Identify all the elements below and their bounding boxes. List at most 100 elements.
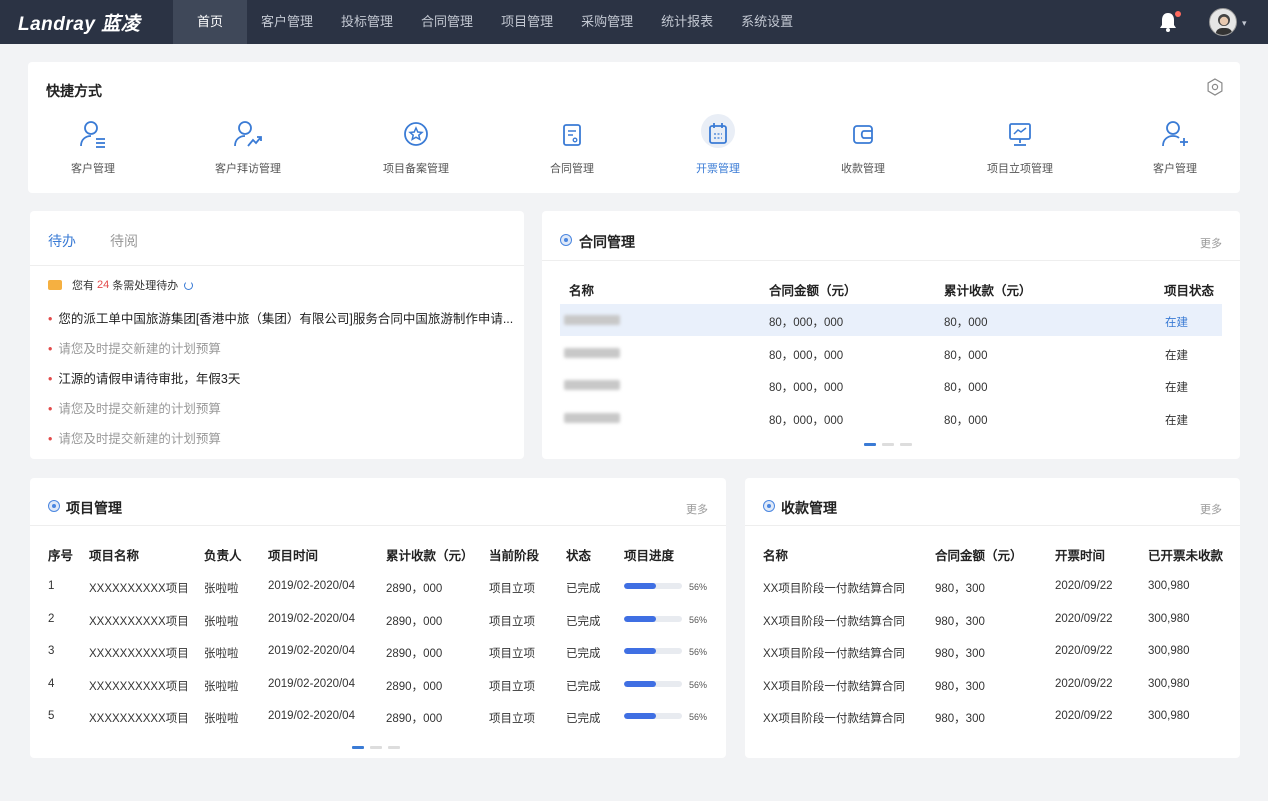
carousel-dot[interactable] [900, 443, 912, 446]
nav-item-home[interactable]: 首页 [173, 0, 248, 44]
project-name[interactable]: XXXXXXXXXX项目 [89, 580, 189, 596]
payment-contract-name[interactable]: XX项目阶段一付款结算合同 [763, 580, 905, 596]
payment-date: 2020/09/22 [1055, 580, 1113, 592]
project-stage: 项目立项 [489, 648, 535, 660]
envelope-icon [48, 280, 62, 290]
project-card: 项目管理 更多 序号 项目名称 负责人 项目时间 累计收款（元） 当前阶段 状态… [30, 478, 726, 758]
project-name[interactable]: XXXXXXXXXX项目 [89, 678, 189, 694]
payment-more-link[interactable]: 更多 [1200, 501, 1222, 517]
carousel-dot[interactable] [882, 443, 894, 446]
carousel-dot[interactable] [352, 746, 364, 749]
project-owner: 张啦啦 [204, 648, 239, 660]
quick-link-add-customer[interactable]: 客户管理 [1125, 118, 1225, 176]
contract-doc-icon [563, 124, 581, 146]
quick-link-label: 开票管理 [696, 163, 740, 175]
progress-fill [624, 616, 657, 622]
top-nav-bar: Landray 蓝凌 首页 客户管理 投标管理 合同管理 项目管理 采购管理 统… [0, 0, 1268, 44]
payment-unpaid: 300,980 [1148, 580, 1190, 592]
project-owner: 张啦啦 [204, 583, 239, 595]
progress-fill [624, 681, 657, 687]
quick-link-customers[interactable]: 客户管理 [43, 118, 143, 176]
project-name[interactable]: XXXXXXXXXX项目 [89, 645, 189, 661]
progress-fill [624, 648, 657, 654]
carousel-dots [864, 443, 912, 446]
payment-contract-name[interactable]: XX项目阶段一付款结算合同 [763, 678, 905, 694]
contract-more-link[interactable]: 更多 [1200, 235, 1222, 251]
divider [30, 525, 726, 526]
payment-amount: 980，300 [935, 713, 985, 725]
quick-link-invoices[interactable]: 开票管理 [668, 114, 768, 176]
progress-bar [624, 713, 682, 719]
project-stage: 项目立项 [489, 616, 535, 628]
table-row-highlight[interactable] [560, 304, 1222, 336]
tab-todo[interactable]: 待办 [48, 231, 76, 251]
avatar[interactable] [1209, 8, 1237, 36]
project-state: 已完成 [566, 616, 601, 628]
tab-divider [30, 265, 524, 266]
nav-item-reports[interactable]: 统计报表 [647, 0, 727, 44]
payment-contract-name[interactable]: XX项目阶段一付款结算合同 [763, 613, 905, 629]
project-owner: 张啦啦 [204, 713, 239, 725]
nav-item-contracts[interactable]: 合同管理 [407, 0, 487, 44]
notice-count: 24 [97, 279, 110, 291]
progress-bar [624, 681, 682, 687]
contract-status: 在建 [1165, 382, 1188, 394]
todo-item[interactable]: 请您及时提交新建的计划预算 [48, 398, 221, 417]
chevron-down-icon[interactable]: ▾ [1242, 18, 1247, 29]
project-title: 项目管理 [66, 500, 122, 516]
nav-item-settings[interactable]: 系统设置 [727, 0, 807, 44]
column-header: 累计收款（元） [386, 549, 474, 563]
column-header: 当前阶段 [489, 549, 540, 563]
column-header: 序号 [48, 549, 74, 563]
todo-item[interactable]: 您的派工单中国旅游集团[香港中旅（集团）有限公司]服务合同中国旅游制作申请... [48, 308, 513, 327]
quick-links-card: 快捷方式 客户管理 客户拜访管理 项目备案管理 合同管理 开票管理 收款管理 项… [28, 62, 1240, 193]
project-state: 已完成 [566, 583, 601, 595]
quick-link-payments[interactable]: 收款管理 [813, 118, 913, 176]
gear-icon[interactable] [1206, 78, 1224, 96]
quick-link-customer-visits[interactable]: 客户拜访管理 [198, 118, 298, 176]
quick-link-project-filing[interactable]: 项目备案管理 [366, 118, 466, 176]
tab-to-read[interactable]: 待阅 [110, 231, 138, 251]
column-header: 开票时间 [1055, 549, 1106, 563]
todo-card: 待办 待阅 您有 24 条需处理待办 您的派工单中国旅游集团[香港中旅（集团）有… [30, 211, 524, 459]
project-time: 2019/02-2020/04 [268, 710, 355, 722]
divider [542, 260, 1240, 261]
project-name[interactable]: XXXXXXXXXX项目 [89, 710, 189, 726]
nav-item-bidding[interactable]: 投标管理 [327, 0, 407, 44]
column-header: 已开票未收款 [1148, 549, 1224, 563]
carousel-dots [352, 746, 400, 749]
todo-item[interactable]: 江源的请假申请待审批，年假3天 [48, 368, 240, 387]
nav-item-procurement[interactable]: 采购管理 [567, 0, 647, 44]
quick-links-title: 快捷方式 [46, 83, 102, 99]
carousel-dot[interactable] [864, 443, 876, 446]
payment-title: 收款管理 [781, 500, 837, 516]
project-received: 2890，000 [386, 713, 443, 725]
payment-amount: 980，300 [935, 583, 985, 595]
contract-amount: 80，000，000 [769, 415, 844, 427]
refresh-icon[interactable] [184, 280, 194, 290]
payment-contract-name[interactable]: XX项目阶段一付款结算合同 [763, 645, 905, 661]
carousel-dot[interactable] [370, 746, 382, 749]
payment-unpaid: 300,980 [1148, 710, 1190, 722]
contract-status-link[interactable]: 在建 [1165, 314, 1188, 330]
todo-item[interactable]: 请您及时提交新建的计划预算 [48, 428, 221, 447]
quick-link-project-approval[interactable]: 项目立项管理 [970, 118, 1070, 176]
project-name[interactable]: XXXXXXXXXX项目 [89, 613, 189, 629]
nav-item-customers[interactable]: 客户管理 [247, 0, 327, 44]
carousel-dot[interactable] [388, 746, 400, 749]
project-state: 已完成 [566, 648, 601, 660]
progress-fill [624, 583, 657, 589]
quick-link-contracts[interactable]: 合同管理 [522, 118, 622, 176]
project-more-link[interactable]: 更多 [686, 501, 708, 517]
brand-logo[interactable]: Landray 蓝凌 [18, 9, 140, 36]
nav-item-projects[interactable]: 项目管理 [487, 0, 567, 44]
payment-date: 2020/09/22 [1055, 678, 1113, 690]
project-no: 3 [48, 645, 55, 657]
payment-contract-name[interactable]: XX项目阶段一付款结算合同 [763, 710, 905, 726]
progress-percent: 56% [689, 582, 708, 592]
contract-status: 在建 [1165, 415, 1188, 427]
payment-section-icon [763, 500, 775, 512]
project-stage: 项目立项 [489, 681, 535, 693]
todo-item[interactable]: 请您及时提交新建的计划预算 [48, 338, 221, 357]
project-stage: 项目立项 [489, 713, 535, 725]
